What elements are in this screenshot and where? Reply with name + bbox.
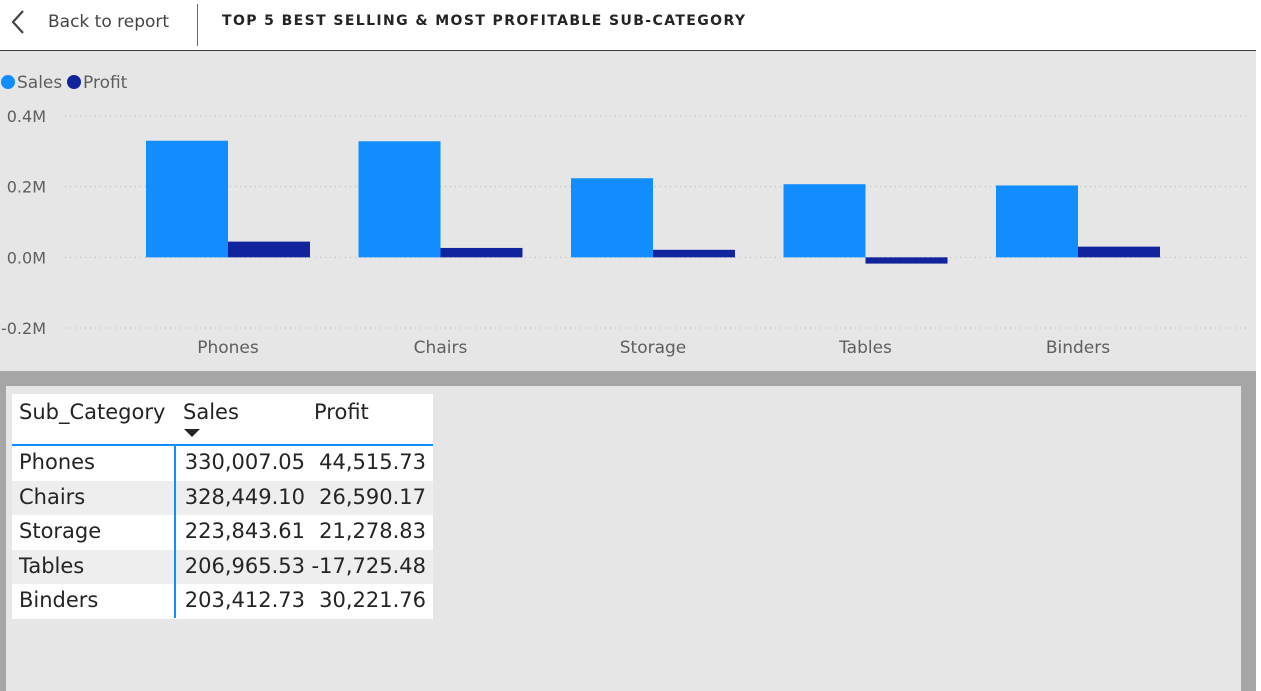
column-divider xyxy=(174,446,176,618)
column-header-sales[interactable]: Sales xyxy=(183,400,239,424)
bar-profit-chairs xyxy=(440,247,523,258)
cell-sub-category: Phones xyxy=(19,450,95,474)
data-table: Sub_Category Sales Profit Phones 330,007… xyxy=(12,394,433,619)
cell-sub-category: Binders xyxy=(19,588,99,612)
bar-profit-tables xyxy=(865,257,948,264)
column-header-sub-category[interactable]: Sub_Category xyxy=(19,400,165,424)
bar-sales-binders xyxy=(996,185,1078,258)
cell-sub-category: Chairs xyxy=(19,484,86,509)
bar-profit-phones xyxy=(228,241,310,258)
window-edge xyxy=(1256,0,1261,691)
table-row[interactable]: Binders 203,412.73 30,221.76 xyxy=(12,584,433,619)
legend-label-sales: Sales xyxy=(17,73,62,93)
table-panel: Sub_Category Sales Profit Phones 330,007… xyxy=(6,386,1241,691)
y-tick-label: 0.2M xyxy=(7,178,46,197)
top-bar: Back to report TOP 5 BEST SELLING & MOST… xyxy=(0,0,1256,51)
cell-sub-category: Storage xyxy=(19,519,102,543)
y-tick-label: -0.2M xyxy=(1,319,46,338)
page-title: TOP 5 BEST SELLING & MOST PROFITABLE SUB… xyxy=(222,13,747,29)
table-panel-frame: Sub_Category Sales Profit Phones 330,007… xyxy=(0,371,1256,691)
back-label: Back to report xyxy=(48,12,170,32)
x-tick-label: Binders xyxy=(1046,338,1110,358)
bar-profit-binders xyxy=(1078,246,1160,258)
clustered-column-chart: Sales Profit 0.4M 0.2M 0.0M -0.2M Phones Chairs… xyxy=(0,51,1256,371)
x-tick-label: Storage xyxy=(620,338,687,358)
legend-marker-sales xyxy=(1,75,15,89)
cell-sales: 223,843.61 xyxy=(184,519,305,543)
cell-profit: -17,725.48 xyxy=(311,553,426,578)
table-row[interactable]: Chairs 328,449.10 26,590.17 xyxy=(12,480,433,515)
sort-descending-icon xyxy=(184,429,200,437)
x-tick-label: Tables xyxy=(838,338,892,358)
bar-sales-storage xyxy=(571,178,653,258)
x-tick-label: Chairs xyxy=(414,338,468,358)
cell-sales: 330,007.05 xyxy=(184,450,305,474)
header-divider xyxy=(197,4,198,46)
table-row[interactable]: Tables 206,965.53 -17,725.48 xyxy=(12,549,433,584)
cell-sub-category: Tables xyxy=(19,553,85,578)
cell-sales: 328,449.10 xyxy=(184,484,305,509)
chevron-left-icon xyxy=(10,9,26,35)
table-row[interactable]: Phones 330,007.05 44,515.73 xyxy=(12,446,433,481)
cell-profit: 30,221.76 xyxy=(319,588,426,612)
chart-svg: Sales Profit 0.4M 0.2M 0.0M -0.2M Phones Chairs… xyxy=(1,73,1250,358)
legend-label-profit: Profit xyxy=(83,73,128,93)
bar-sales-phones xyxy=(146,140,228,258)
cell-profit: 44,515.73 xyxy=(319,450,426,474)
x-tick-label: Phones xyxy=(197,338,259,358)
cell-sales: 203,412.73 xyxy=(184,588,305,612)
y-tick-label: 0.4M xyxy=(7,107,46,126)
bar-profit-storage xyxy=(653,249,735,258)
table-header: Sub_Category Sales Profit xyxy=(12,394,433,446)
cell-profit: 21,278.83 xyxy=(319,519,426,543)
table-row[interactable]: Storage 223,843.61 21,278.83 xyxy=(12,515,433,550)
y-tick-label: 0.0M xyxy=(7,248,46,267)
cell-profit: 26,590.17 xyxy=(319,484,426,509)
back-to-report-button[interactable]: Back to report xyxy=(10,6,169,38)
bar-sales-chairs xyxy=(358,141,441,258)
bar-sales-tables xyxy=(783,184,866,258)
legend-marker-profit xyxy=(67,75,81,89)
column-header-profit[interactable]: Profit xyxy=(314,400,369,424)
cell-sales: 206,965.53 xyxy=(184,553,305,578)
